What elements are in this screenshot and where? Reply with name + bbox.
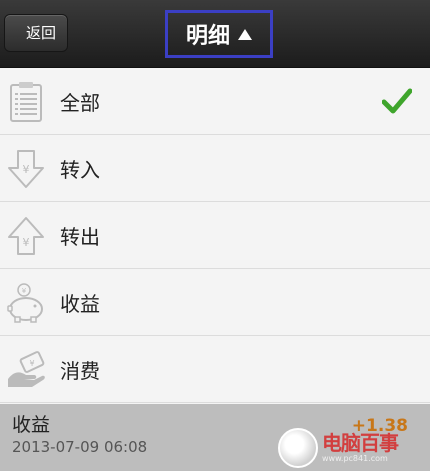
menu-item-label: 收益 bbox=[60, 292, 100, 316]
back-button-label: 返回 bbox=[25, 24, 56, 42]
svg-text:¥: ¥ bbox=[29, 359, 34, 368]
menu-item-label: 全部 bbox=[60, 91, 100, 115]
clipboard-list-icon bbox=[10, 82, 42, 122]
filter-menu: 全部 ¥ 转入 ¥ 转出 ¥ 收益 ¥ 消费 bbox=[0, 68, 430, 403]
arrow-down-yen-icon: ¥ bbox=[8, 150, 44, 188]
menu-item-transfer-out[interactable]: ¥ 转出 bbox=[0, 202, 430, 269]
caret-up-icon bbox=[238, 28, 252, 40]
checkmark-icon bbox=[382, 88, 412, 114]
svg-text:¥: ¥ bbox=[22, 287, 27, 295]
title-dropdown[interactable]: 明细 bbox=[165, 10, 273, 58]
cash-hand-icon: ¥ bbox=[8, 351, 45, 387]
swirl-logo-icon bbox=[278, 428, 318, 468]
record-date: 2013-07-09 06:08 bbox=[12, 438, 148, 456]
record-title: 收益 bbox=[12, 414, 51, 436]
menu-item-label: 转入 bbox=[60, 158, 100, 182]
menu-item-all[interactable]: 全部 bbox=[0, 68, 430, 135]
arrow-up-yen-icon: ¥ bbox=[8, 217, 44, 255]
piggy-bank-icon: ¥ bbox=[7, 283, 43, 323]
watermark-url: www.pc841.com bbox=[322, 454, 388, 463]
menu-item-label: 消费 bbox=[60, 359, 100, 383]
top-nav-bar: 返回 明细 bbox=[0, 0, 430, 68]
svg-text:¥: ¥ bbox=[23, 236, 30, 249]
menu-item-label: 转出 bbox=[60, 225, 100, 249]
watermark-logo: 电脑百事 www.pc841.com bbox=[278, 425, 430, 471]
menu-item-spending[interactable]: ¥ 消费 bbox=[0, 336, 430, 403]
page-title: 明细 bbox=[185, 24, 230, 49]
svg-text:¥: ¥ bbox=[23, 163, 30, 176]
menu-item-transfer-in[interactable]: ¥ 转入 bbox=[0, 135, 430, 202]
watermark-brand: 电脑百事 bbox=[322, 431, 399, 455]
menu-item-earnings[interactable]: ¥ 收益 bbox=[0, 269, 430, 336]
back-button[interactable]: 返回 bbox=[4, 14, 68, 52]
